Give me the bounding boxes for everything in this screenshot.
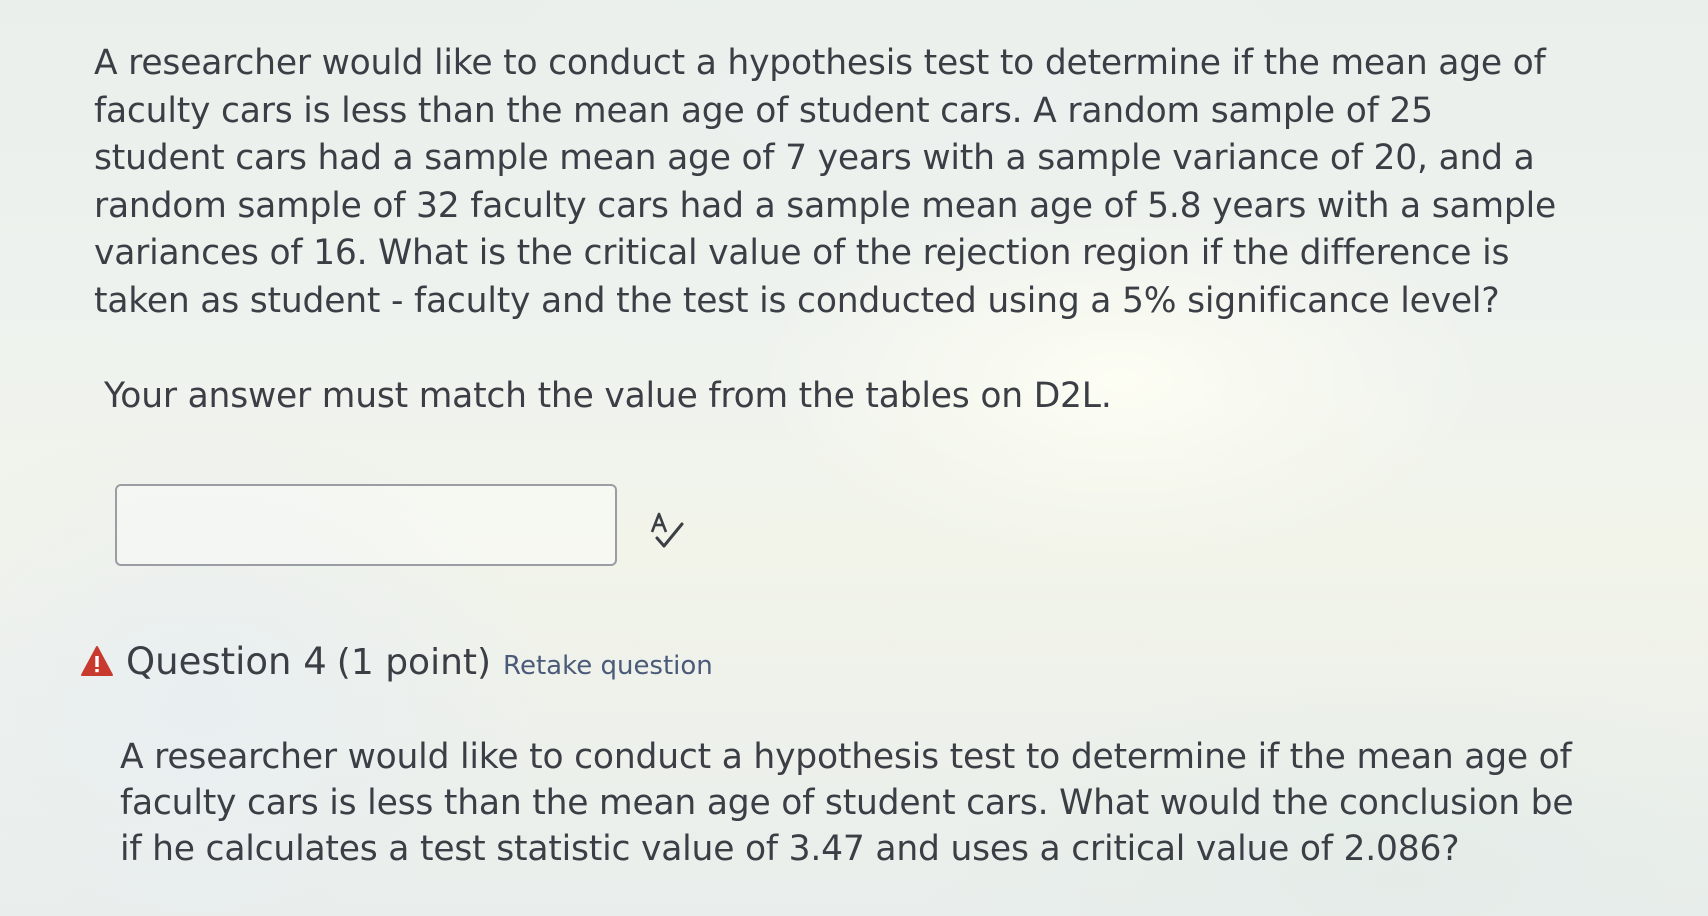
question-4-title: Question 4 (126, 640, 327, 683)
question-4-points: (1 point) (336, 642, 492, 683)
warning-icon (80, 645, 114, 677)
question-3-line: taken as student - faculty and the test … (94, 280, 1500, 321)
question-3-line: student cars had a sample mean age of 7 … (94, 138, 1535, 178)
question-4-header: Question 4 (1 point) Retake question (80, 640, 713, 683)
retake-question-link[interactable]: Retake question (503, 651, 713, 681)
question-3-line: A researcher would like to conduct a hyp… (94, 43, 1546, 83)
question-4-line: A researcher would like to conduct a hyp… (120, 737, 1572, 777)
question-4-text: A researcher would like to conduct a hyp… (120, 734, 1590, 872)
question-4-line: if he calculates a test statistic value … (120, 829, 1460, 869)
question-4-line: faculty cars is less than the mean age o… (120, 783, 1574, 823)
question-3-line: faculty cars is less than the mean age o… (94, 90, 1433, 131)
question-3-line: random sample of 32 faculty cars had a s… (94, 185, 1556, 226)
answer-input[interactable] (115, 484, 617, 566)
spellcheck-icon[interactable] (648, 510, 688, 552)
question-3-line: variances of 16. What is the critical va… (94, 233, 1510, 273)
question-3-text: A researcher would like to conduct a hyp… (94, 40, 1574, 325)
answer-instruction: Your answer must match the value from th… (104, 376, 1112, 416)
